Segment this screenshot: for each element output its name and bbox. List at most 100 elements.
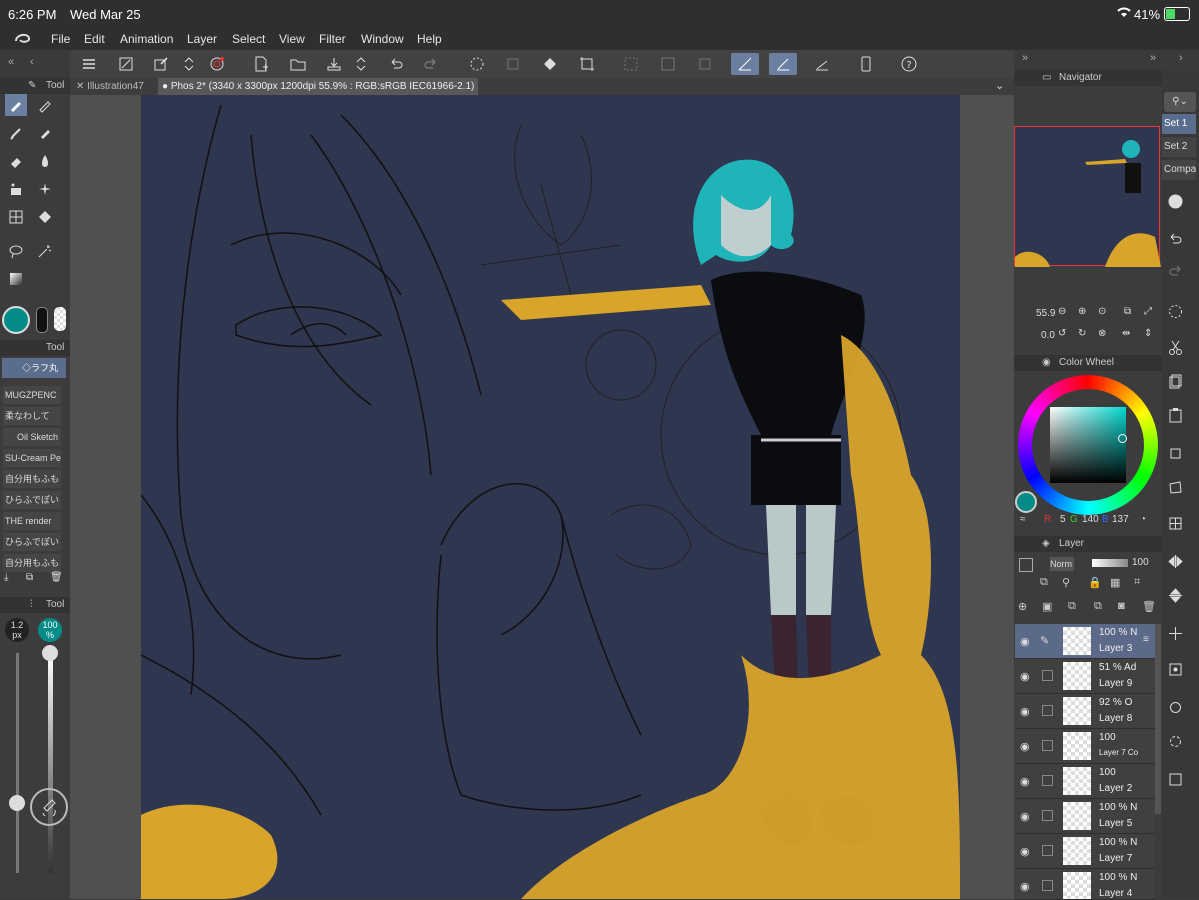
opacity-slider[interactable]: [42, 645, 58, 873]
up-down-icon[interactable]: [178, 53, 200, 75]
rotate-right-icon[interactable]: ↻: [1078, 328, 1086, 339]
search-dropdown[interactable]: ⚲⌄: [1164, 92, 1196, 112]
brush-size-slider-handle[interactable]: [9, 795, 25, 811]
current-color-circle[interactable]: [1015, 491, 1037, 513]
edit-canvas-icon[interactable]: [150, 53, 172, 75]
active-brush-item[interactable]: ◇ラフ丸: [2, 358, 66, 378]
saturation-value-square[interactable]: [1050, 407, 1127, 483]
fill-tool-icon[interactable]: [34, 206, 56, 228]
lock-icon[interactable]: 🔒: [1088, 576, 1102, 589]
decoration-tool-icon[interactable]: [5, 178, 27, 200]
reset-rotation-icon[interactable]: ⊗: [1098, 328, 1106, 339]
sub-color-swatch[interactable]: [36, 307, 48, 333]
merge-icon[interactable]: ⧉: [1068, 600, 1076, 613]
cut-icon[interactable]: [1164, 336, 1186, 358]
layer-row[interactable]: ◉ 100 % N Layer 7: [1015, 834, 1155, 869]
eye-icon[interactable]: ◉: [1020, 775, 1030, 788]
flip-vertical-icon[interactable]: ⇕: [1144, 328, 1152, 339]
layer-mask-icon[interactable]: ◙: [1118, 600, 1125, 612]
transparent-color-swatch[interactable]: [54, 307, 66, 331]
layer-checkbox[interactable]: [1042, 845, 1053, 856]
brush-item[interactable]: 自分用もふも: [3, 470, 61, 488]
eye-icon[interactable]: ◉: [1020, 705, 1030, 718]
delete-layer-icon[interactable]: 🗑: [1142, 600, 1156, 613]
menu-layer[interactable]: Layer: [187, 32, 217, 46]
layer-checkbox[interactable]: [1042, 705, 1053, 716]
set-tab-1[interactable]: Set 1: [1162, 114, 1196, 134]
blend-tool-icon[interactable]: [34, 150, 56, 172]
layer-lock-icon[interactable]: ⧉: [1040, 576, 1048, 589]
screenshot-icon[interactable]: [1164, 768, 1186, 790]
mask-icon[interactable]: ▦: [1110, 576, 1120, 589]
brush-item[interactable]: ひらふでぽい: [3, 533, 61, 551]
transform-icon[interactable]: [1164, 442, 1186, 464]
zoom-in-icon[interactable]: ⊕: [1078, 306, 1086, 317]
flip-vertical-icon[interactable]: [1164, 584, 1186, 606]
brush-item[interactable]: THE render: [3, 512, 61, 530]
actual-size-icon[interactable]: ⧉: [1124, 306, 1131, 317]
eraser-tool-icon[interactable]: [5, 150, 27, 172]
snap-special-icon[interactable]: [811, 53, 833, 75]
layer-checkbox[interactable]: [1042, 810, 1053, 821]
snap-ruler-icon[interactable]: [731, 53, 759, 75]
expand-icon[interactable]: ›: [1179, 52, 1183, 64]
brush-size-slider[interactable]: [9, 653, 25, 873]
save-icon[interactable]: [323, 53, 345, 75]
set-tab-2[interactable]: Set 2: [1162, 137, 1196, 157]
copy-icon[interactable]: ⧉: [26, 572, 33, 583]
show-selection-icon[interactable]: [694, 53, 716, 75]
download-icon[interactable]: ⤓: [4, 572, 8, 583]
menu-file[interactable]: File: [51, 32, 70, 46]
quick-switch-icon[interactable]: [30, 788, 68, 826]
mesh-transform-icon[interactable]: [1164, 512, 1186, 534]
color-mode-icon[interactable]: ≈: [1020, 514, 1026, 525]
help-icon[interactable]: ?: [898, 53, 920, 75]
prev-icon[interactable]: ‹: [30, 56, 34, 68]
pen-tool-icon[interactable]: [5, 94, 27, 116]
color-settings-icon[interactable]: ◔: [1140, 514, 1146, 525]
new-layer-icon[interactable]: ⊕: [1018, 600, 1027, 613]
menu-animation[interactable]: Animation: [120, 32, 173, 46]
main-color-swatch[interactable]: [2, 306, 30, 334]
clip-icon[interactable]: ⌗: [1134, 576, 1140, 589]
fill-icon[interactable]: [539, 53, 561, 75]
settings-icon[interactable]: [1164, 730, 1186, 752]
layer-row[interactable]: ◉ 51 % Ad Layer 9: [1015, 659, 1155, 694]
hamburger-menu-icon[interactable]: [78, 53, 100, 75]
menu-edit[interactable]: Edit: [84, 32, 105, 46]
layer-row[interactable]: ◉ 100 Layer 7 Co: [1015, 729, 1155, 764]
clip-checkbox[interactable]: [1019, 558, 1033, 572]
pencil-tool-icon[interactable]: [34, 94, 56, 116]
sparkle-tool-icon[interactable]: [34, 178, 56, 200]
menu-help[interactable]: Help: [417, 32, 442, 46]
brush-item[interactable]: SU-Cream Pe: [3, 449, 61, 467]
invert-selection-icon[interactable]: [657, 53, 679, 75]
brush-item[interactable]: ひらふでぽい: [3, 491, 61, 509]
app-logo-icon[interactable]: [14, 31, 32, 50]
undo-icon[interactable]: [385, 53, 407, 75]
brush-item[interactable]: MUGZPENC: [3, 386, 61, 404]
layer-row[interactable]: ◉ ✎ 100 % N Layer 3 ≡: [1015, 624, 1155, 659]
lasso-tool-icon[interactable]: [5, 240, 27, 262]
eye-icon[interactable]: ◉: [1020, 845, 1030, 858]
blend-mode-select[interactable]: Norm: [1050, 557, 1074, 571]
brush-item[interactable]: 柔なわして: [3, 407, 61, 425]
collapse-left-icon[interactable]: «: [8, 56, 14, 68]
fit-window-icon[interactable]: ⤢: [1144, 306, 1152, 317]
brush-tool-icon[interactable]: [5, 122, 27, 144]
layer-checkbox[interactable]: [1042, 775, 1053, 786]
layer-property-icon[interactable]: [1164, 658, 1186, 680]
eye-icon[interactable]: ◉: [1020, 880, 1030, 893]
fit-canvas-icon[interactable]: [115, 53, 137, 75]
new-badge-icon[interactable]: [1164, 190, 1186, 212]
flip-horizontal-icon[interactable]: [1164, 550, 1186, 572]
brush-item[interactable]: Oil Sketch: [3, 428, 61, 446]
fit-icon[interactable]: ⊙: [1098, 306, 1106, 317]
eye-icon[interactable]: ◉: [1020, 635, 1030, 648]
up-down-icon-2[interactable]: [350, 53, 372, 75]
menu-select[interactable]: Select: [232, 32, 265, 46]
opacity-slider-handle[interactable]: [42, 645, 58, 661]
deselect-icon[interactable]: [620, 53, 642, 75]
hue-ring[interactable]: [1018, 375, 1158, 515]
copy-layer-icon[interactable]: ⧉: [1094, 600, 1102, 613]
